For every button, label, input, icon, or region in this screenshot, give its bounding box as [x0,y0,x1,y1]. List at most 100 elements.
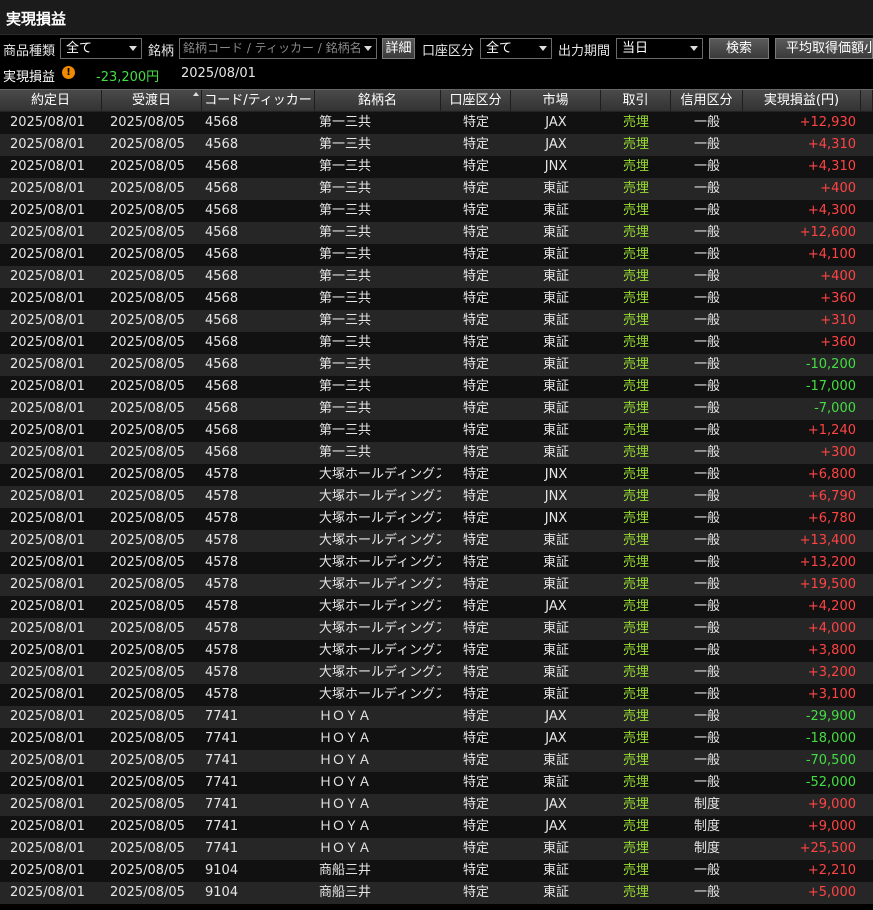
code-cell: 4568 [205,423,239,438]
table-row[interactable]: 2025/08/01 2025/08/05 4568 第一三共 特定 東証 売埋 一般 +400 [0,178,873,200]
settle-date-cell: 2025/08/05 [110,643,185,658]
table-row[interactable]: 2025/08/01 2025/08/05 4578 大塚ホールディングス 特定 東証 売埋… [0,530,873,552]
table-row[interactable]: 2025/08/01 2025/08/05 4568 第一三共 特定 東証 売埋 一般 +360 [0,332,873,354]
account-type-cell: 特定 [462,621,489,636]
table-row[interactable]: 2025/08/01 2025/08/05 4578 大塚ホールディングス 特定 東証 売埋… [0,640,873,662]
table-row[interactable]: 2025/08/01 2025/08/05 4568 第一三共 特定 東証 売埋 一般 +400 [0,266,873,288]
table-row[interactable]: 2025/08/01 2025/08/05 7741 ＨＯＹＡ 特定 JAX 売埋 一般 -29… [0,706,873,728]
name-cell: 第一三共 [319,445,372,460]
table-row[interactable]: 2025/08/01 2025/08/05 4568 第一三共 特定 東証 売埋 一般 -7,0… [0,398,873,420]
table-row[interactable]: 2025/08/01 2025/08/05 4568 第一三共 特定 東証 売埋 一般 +360 [0,288,873,310]
warning-icon[interactable]: ! [62,66,75,79]
realized-pnl-cell: -70,500 [805,753,856,768]
table-row[interactable]: 2025/08/01 2025/08/05 4578 大塚ホールディングス 特定 JAX 売… [0,596,873,618]
search-button[interactable]: 検索 [709,38,769,59]
realized-pnl-cell: +19,500 [799,577,856,592]
avg-price-button[interactable]: 平均取得価額小 [775,38,873,59]
column-header[interactable]: 銘柄名 [315,90,441,111]
market-cell: 東証 [542,885,569,900]
table-row[interactable]: 2025/08/01 2025/08/05 7741 ＨＯＹＡ 特定 JAX 売埋 制度 +9,… [0,816,873,838]
credit-type-cell: 一般 [693,863,720,878]
market-cell: 東証 [542,753,569,768]
settle-date-cell: 2025/08/05 [110,137,185,152]
table-row[interactable]: 2025/08/01 2025/08/05 4568 第一三共 特定 JAX 売埋 一般 +4,… [0,134,873,156]
table-row[interactable]: 2025/08/01 2025/08/05 4568 第一三共 特定 JAX 売埋 一般 +12… [0,112,873,134]
row-spacer [861,552,873,574]
realized-pnl-cell: +9,000 [807,797,856,812]
credit-type-cell: 一般 [693,247,720,262]
table-row[interactable]: 2025/08/01 2025/08/05 4568 第一三共 特定 東証 売埋 一般 +4,3… [0,200,873,222]
period-select[interactable]: 当日 [616,38,703,59]
table-row[interactable]: 2025/08/01 2025/08/05 4578 大塚ホールディングス 特定 東証 売埋… [0,684,873,706]
table-row[interactable]: 2025/08/01 2025/08/05 4568 第一三共 特定 東証 売埋 一般 -17,… [0,376,873,398]
code-cell: 4568 [205,379,239,394]
table-row[interactable]: 2025/08/01 2025/08/05 4568 第一三共 特定 東証 売埋 一般 +4,1… [0,244,873,266]
name-cell: ＨＯＹＡ [319,775,372,790]
trade-type-cell: 売埋 [622,533,649,548]
trade-date-cell: 2025/08/01 [10,203,85,218]
column-header-sorted[interactable]: 受渡日 [102,90,202,111]
account-type-cell: 特定 [462,709,489,724]
table-row[interactable]: 2025/08/01 2025/08/05 4578 大塚ホールディングス 特定 東証 売埋… [0,662,873,684]
table-row[interactable]: 2025/08/01 2025/08/05 7741 ＨＯＹＡ 特定 東証 売埋 制度 +25,… [0,838,873,860]
trade-type-cell: 売埋 [622,555,649,570]
column-header[interactable]: 口座区分 [441,90,511,111]
row-spacer [861,662,873,684]
table-row[interactable]: 2025/08/01 2025/08/05 7741 ＨＯＹＡ 特定 東証 売埋 一般 -52,… [0,772,873,794]
realized-pnl-cell: +3,200 [807,665,856,680]
market-cell: 東証 [542,335,569,350]
table-row[interactable]: 2025/08/01 2025/08/05 4578 大塚ホールディングス 特定 JNX 売… [0,486,873,508]
realized-pnl-cell: +12,600 [799,225,856,240]
product-type-select[interactable]: 全て [60,38,142,59]
trade-type-cell: 売埋 [622,379,649,394]
table-row[interactable]: 2025/08/01 2025/08/05 4568 第一三共 特定 東証 売埋 一般 +1,2… [0,420,873,442]
market-cell: 東証 [542,225,569,240]
table-row[interactable]: 2025/08/01 2025/08/05 4578 大塚ホールディングス 特定 東証 売埋… [0,552,873,574]
account-type-select[interactable]: 全て [480,38,552,59]
trade-type-cell: 売埋 [622,797,649,812]
account-type-cell: 特定 [462,775,489,790]
credit-type-cell: 一般 [693,753,720,768]
table-row[interactable]: 2025/08/01 2025/08/05 4568 第一三共 特定 JNX 売埋 一般 +4,… [0,156,873,178]
table-row[interactable]: 2025/08/01 2025/08/05 4568 第一三共 特定 東証 売埋 一般 +12,… [0,222,873,244]
table-row[interactable]: 2025/08/01 2025/08/05 4568 第一三共 特定 東証 売埋 一般 +310 [0,310,873,332]
settle-date-cell: 2025/08/05 [110,247,185,262]
table-row[interactable]: 2025/08/01 2025/08/05 9104 商船三井 特定 東証 売埋 一般 +2,2… [0,860,873,882]
market-cell: 東証 [542,841,569,856]
table-row[interactable]: 2025/08/01 2025/08/05 7741 ＨＯＹＡ 特定 JAX 売埋 一般 -18… [0,728,873,750]
column-header[interactable]: コード/ティッカー [202,90,315,111]
market-cell: 東証 [542,775,569,790]
row-spacer [861,530,873,552]
account-type-cell: 特定 [462,489,489,504]
market-cell: 東証 [542,269,569,284]
trade-date-cell: 2025/08/01 [10,643,85,658]
column-header[interactable]: 約定日 [0,90,102,111]
credit-type-cell: 一般 [693,489,720,504]
column-header[interactable]: 実現損益(円) [743,90,861,111]
trade-type-cell: 売埋 [622,665,649,680]
trade-date-cell: 2025/08/01 [10,511,85,526]
table-row[interactable]: 2025/08/01 2025/08/05 9104 商船三井 特定 東証 売埋 一般 +5,0… [0,882,873,904]
column-header[interactable]: 信用区分 [671,90,743,111]
table-row[interactable]: 2025/08/01 2025/08/05 4578 大塚ホールディングス 特定 東証 売埋… [0,574,873,596]
table-row[interactable]: 2025/08/01 2025/08/05 4578 大塚ホールディングス 特定 東証 売埋… [0,618,873,640]
symbol-input[interactable]: 銘柄コード / ティッカー / 銘柄名 [179,38,377,59]
row-spacer [861,442,873,464]
code-cell: 4568 [205,225,239,240]
table-row[interactable]: 2025/08/01 2025/08/05 4578 大塚ホールディングス 特定 JNX 売… [0,464,873,486]
code-cell: 7741 [205,709,239,724]
chevron-down-icon [539,46,547,51]
detail-button[interactable]: 詳細 [382,38,415,59]
settle-date-cell: 2025/08/05 [110,775,185,790]
realized-pnl-cell: +4,000 [807,621,856,636]
name-cell: 第一三共 [319,159,372,174]
column-header[interactable]: 市場 [511,90,601,111]
table-row[interactable]: 2025/08/01 2025/08/05 4578 大塚ホールディングス 特定 JNX 売… [0,508,873,530]
credit-type-cell: 一般 [693,467,720,482]
table-row[interactable]: 2025/08/01 2025/08/05 4568 第一三共 特定 東証 売埋 一般 -10,… [0,354,873,376]
column-header[interactable]: 取引 [601,90,671,111]
table-row[interactable]: 2025/08/01 2025/08/05 4568 第一三共 特定 東証 売埋 一般 +300 [0,442,873,464]
table-row[interactable]: 2025/08/01 2025/08/05 7741 ＨＯＹＡ 特定 東証 売埋 一般 -70,… [0,750,873,772]
realized-pnl-cell: +300 [820,445,856,460]
table-row[interactable]: 2025/08/01 2025/08/05 7741 ＨＯＹＡ 特定 JAX 売埋 制度 +9,… [0,794,873,816]
